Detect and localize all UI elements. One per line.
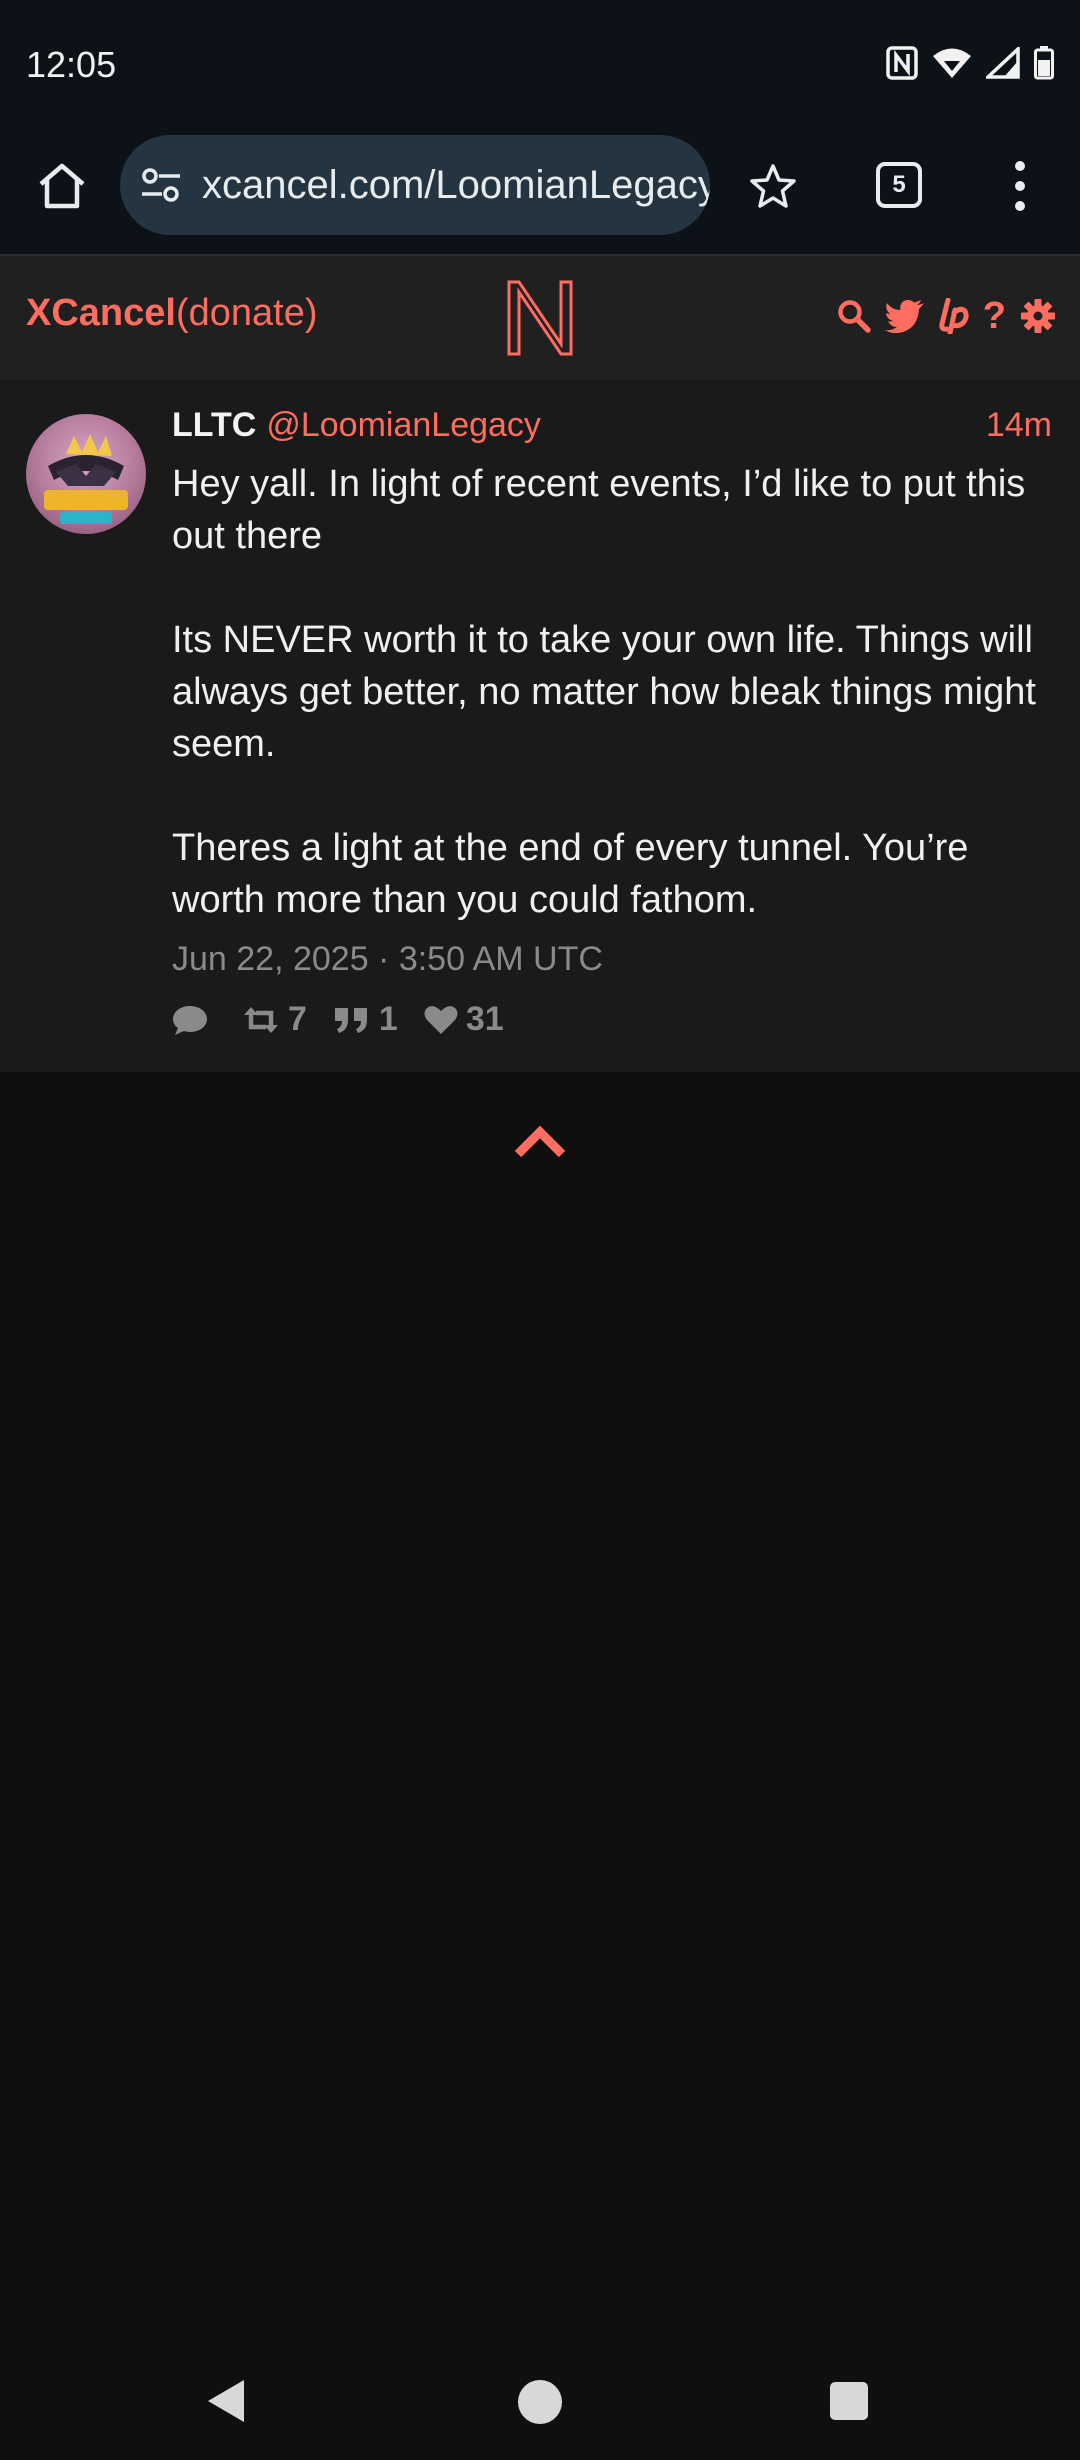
tweet-content: Hey yall. In light of recent events, I’d…: [172, 458, 1052, 926]
site-settings-icon[interactable]: [140, 164, 182, 206]
search-icon[interactable]: [837, 299, 871, 333]
tweet-header: LLTC @LoomianLegacy 14m: [172, 406, 1052, 452]
quote-count: 1: [378, 1000, 398, 1038]
retweet-count: 7: [288, 1000, 307, 1038]
signal-icon: [983, 44, 1020, 84]
liberapay-icon[interactable]: [939, 298, 969, 334]
status-bar: 12:05: [0, 0, 1080, 130]
like-count: 31: [465, 1000, 504, 1038]
heart-icon: [424, 1005, 458, 1034]
more-menu-icon[interactable]: [1008, 158, 1032, 214]
brand-home-link[interactable]: XCancel: [26, 292, 176, 334]
bookmark-star-icon[interactable]: [748, 162, 798, 212]
status-icons: [886, 44, 1054, 85]
reply-stat[interactable]: [172, 1004, 216, 1036]
nitter-logo-icon[interactable]: [505, 278, 575, 358]
home-nav-icon[interactable]: [518, 2380, 562, 2424]
tweet-username[interactable]: @LoomianLegacy: [266, 406, 541, 444]
tweet-card[interactable]: LLTC @LoomianLegacy 14m Hey yall. In ligh…: [0, 380, 1080, 1072]
nfc-icon: [886, 46, 918, 85]
tweet-time[interactable]: 14m: [986, 406, 1052, 445]
twitter-icon[interactable]: [884, 299, 925, 333]
recents-icon[interactable]: [830, 2382, 868, 2420]
retweet-icon: [244, 1006, 278, 1033]
wifi-icon: [932, 47, 972, 84]
tweet-paragraph: Its NEVER worth it to take your own life…: [172, 619, 1036, 765]
loomian-legacy-logo-icon: [44, 434, 128, 524]
home-icon: [39, 163, 85, 209]
header-icons: ?: [837, 296, 1056, 336]
tab-switcher-button[interactable]: 5: [876, 162, 922, 208]
settings-icon[interactable]: [1020, 298, 1056, 334]
battery-icon: [1034, 46, 1054, 85]
quote-icon: [334, 1007, 367, 1033]
tweet-date[interactable]: Jun 22, 2025 · 3:50 AM UTC: [172, 940, 603, 979]
navigation-bar: [0, 2350, 1080, 2460]
url-text[interactable]: xcancel.com/LoomianLegacy: [202, 163, 710, 208]
status-time: 12:05: [26, 44, 117, 85]
retweet-stat[interactable]: 7: [242, 1000, 307, 1039]
home-button[interactable]: [30, 154, 94, 218]
brand: XCancel(donate): [26, 292, 318, 335]
url-bar[interactable]: xcancel.com/LoomianLegacy: [120, 135, 710, 235]
browser-toolbar: xcancel.com/LoomianLegacy 5: [0, 130, 1080, 256]
tweet-paragraph: Hey yall. In light of recent events, I’d…: [172, 463, 1026, 557]
avatar[interactable]: [26, 414, 146, 534]
like-stat[interactable]: 31: [424, 1000, 504, 1039]
site-header: XCancel(donate) ?: [0, 256, 1080, 380]
quote-stat[interactable]: 1: [333, 1000, 398, 1039]
back-icon[interactable]: [204, 2378, 248, 2424]
tweet-fullname[interactable]: LLTC: [172, 406, 256, 444]
tweet-paragraph: Theres a light at the end of every tunne…: [172, 827, 969, 921]
scroll-to-top-icon[interactable]: [512, 1124, 568, 1160]
donate-link[interactable]: (donate): [176, 292, 318, 334]
help-icon[interactable]: ?: [983, 296, 1006, 336]
comment-icon: [173, 1005, 207, 1035]
tweet-stats: 7 1 31: [172, 1000, 504, 1039]
